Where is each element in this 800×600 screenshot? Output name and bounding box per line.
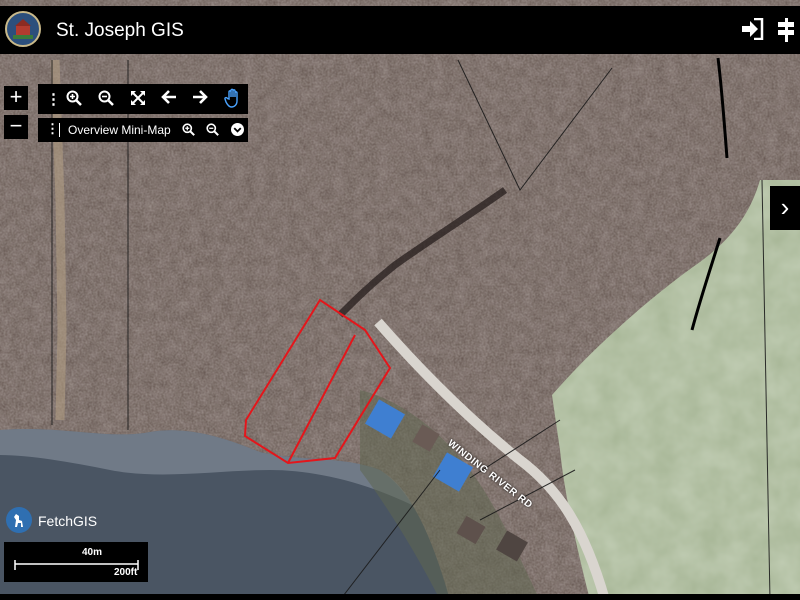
app-title: St. Joseph GIS [56, 20, 184, 41]
map-toolbar: ⋮ [38, 84, 248, 114]
side-panel-toggle[interactable]: › [770, 186, 800, 230]
minimap-divider [59, 123, 60, 137]
county-seal-logo [5, 11, 41, 47]
zoom-in-icon[interactable] [66, 90, 82, 110]
dog-icon [6, 507, 32, 533]
scale-bar: 40m 200ft [4, 542, 148, 582]
scale-metric: 40m [82, 547, 103, 558]
zoom-in-button[interactable]: + [4, 86, 28, 110]
zoom-out-icon[interactable] [98, 90, 114, 110]
drag-handle-icon[interactable]: ⋮ [46, 90, 61, 108]
overview-minimap-bar: ⋮ Overview Mini-Map [38, 118, 248, 142]
drag-handle-icon[interactable]: ⋮ [46, 121, 59, 137]
zoom-in-icon[interactable] [182, 123, 195, 140]
scale-imperial: 200ft [114, 567, 138, 578]
zoom-out-icon[interactable] [206, 123, 219, 140]
forward-arrow-icon[interactable] [192, 89, 208, 109]
chevron-down-icon[interactable] [231, 123, 244, 140]
sign-in-icon[interactable] [740, 17, 764, 44]
full-extent-icon[interactable] [130, 90, 146, 110]
fetchgis-label: FetchGIS [38, 513, 98, 529]
chevron-right-icon: › [780, 192, 790, 222]
header-bar: St. Joseph GIS [0, 6, 800, 54]
zoom-out-button[interactable]: − [4, 115, 28, 139]
pan-hand-icon[interactable] [224, 88, 242, 112]
minimap-label[interactable]: Overview Mini-Map [68, 123, 171, 137]
back-arrow-icon[interactable] [161, 89, 177, 109]
bottom-bar [0, 594, 800, 600]
signpost-icon[interactable] [776, 18, 796, 46]
